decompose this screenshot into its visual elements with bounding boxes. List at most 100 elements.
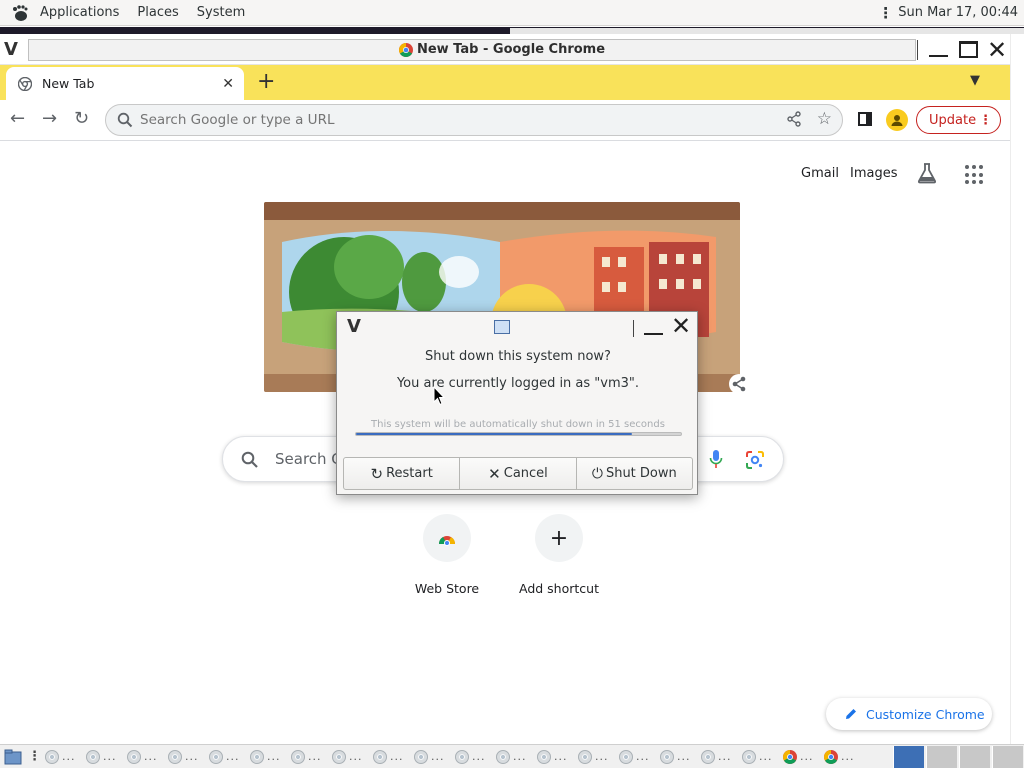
dialog-window-menu-icon[interactable]: V: [347, 316, 361, 337]
new-tab-plus-icon[interactable]: +: [257, 69, 275, 94]
gnome-foot-icon[interactable]: [10, 3, 30, 23]
side-panel-icon[interactable]: [858, 112, 872, 126]
dialog-close-icon[interactable]: ✕: [671, 312, 691, 340]
menu-system[interactable]: System: [197, 5, 245, 20]
taskbar-chrome-item[interactable]: ...: [168, 746, 209, 768]
taskbar-chrome-item[interactable]: ...: [373, 746, 414, 768]
countdown-progress-bar: [355, 432, 682, 436]
taskbar-item-ellipsis: ...: [267, 750, 281, 763]
google-lens-icon[interactable]: [745, 450, 765, 470]
shut-down-button[interactable]: ⏻ Shut Down: [577, 458, 692, 489]
chrome-logo-icon: [398, 42, 413, 57]
chrome-taskbar-icon: [701, 749, 715, 764]
dialog-question: Shut down this system now?: [425, 349, 611, 364]
taskbar-active-window[interactable]: [893, 746, 924, 768]
taskbar-item-ellipsis: ...: [677, 750, 691, 763]
show-desktop-icon[interactable]: [2, 746, 24, 768]
taskbar-chrome-item[interactable]: ...: [332, 746, 373, 768]
taskbar-chrome-item[interactable]: ...: [783, 746, 824, 768]
taskbar-chrome-item[interactable]: ...: [291, 746, 332, 768]
restart-icon: ↻: [370, 464, 384, 483]
menu-places[interactable]: Places: [137, 5, 178, 20]
cancel-button[interactable]: ✕ Cancel: [460, 458, 577, 489]
gmail-link[interactable]: Gmail: [801, 166, 839, 181]
taskbar-chrome-item[interactable]: ...: [45, 746, 86, 768]
taskbar-chrome-item[interactable]: ...: [660, 746, 701, 768]
taskbar-chrome-item[interactable]: ...: [127, 746, 168, 768]
close-window-icon[interactable]: ✕: [987, 36, 1007, 64]
taskbar-item-ellipsis: ...: [103, 750, 117, 763]
chrome-taskbar-icon: [783, 749, 797, 764]
minimize-icon[interactable]: [929, 55, 948, 57]
window-title-text: New Tab - Google Chrome: [416, 42, 606, 57]
share-icon[interactable]: [786, 111, 802, 127]
reload-icon[interactable]: ↻: [74, 108, 89, 129]
maximize-icon[interactable]: [959, 41, 978, 58]
restart-button[interactable]: ↻ Restart: [344, 458, 461, 489]
chrome-taskbar-icon: [824, 749, 838, 764]
taskbar-chrome-item[interactable]: ...: [455, 746, 496, 768]
taskbar-chrome-item[interactable]: ...: [742, 746, 783, 768]
chrome-taskbar-icon: [455, 749, 469, 764]
customize-chrome-button[interactable]: Customize Chrome: [826, 698, 992, 730]
tab-label: New Tab: [42, 76, 95, 91]
chrome-taskbar-icon: [168, 749, 182, 764]
tab-new-tab[interactable]: New Tab ✕: [6, 67, 244, 100]
dialog-countdown-text: This system will be automatically shut d…: [371, 419, 665, 430]
tab-search-chevron-icon[interactable]: ▼: [970, 73, 980, 88]
shortcut-web-store[interactable]: Web Store: [392, 514, 502, 596]
workspace-2[interactable]: [959, 746, 990, 768]
cancel-label: Cancel: [503, 466, 548, 481]
taskbar-chrome-item[interactable]: ...: [209, 746, 250, 768]
chrome-taskbar-icon: [660, 749, 674, 764]
taskbar-chrome-item[interactable]: ...: [250, 746, 291, 768]
workspace-3[interactable]: [992, 746, 1023, 768]
background-window-strip: [0, 27, 1024, 34]
taskbar-chrome-item[interactable]: ...: [824, 746, 865, 768]
menu-applications[interactable]: Applications: [40, 5, 119, 20]
google-apps-icon[interactable]: [965, 165, 985, 185]
profile-avatar-icon[interactable]: [886, 109, 908, 131]
pencil-icon: [846, 709, 856, 719]
omnibox-input[interactable]: [140, 112, 740, 128]
voice-search-mic-icon[interactable]: [709, 449, 723, 469]
taskbar-chrome-item[interactable]: ...: [86, 746, 127, 768]
chrome-taskbar-icon: [496, 749, 510, 764]
workspace-1[interactable]: [926, 746, 957, 768]
omnibox[interactable]: ☆: [105, 104, 843, 136]
taskbar-chrome-item[interactable]: ...: [701, 746, 742, 768]
taskbar-item-ellipsis: ...: [841, 750, 855, 763]
doodle-share-icon[interactable]: [729, 374, 749, 394]
chrome-taskbar-icon: [619, 749, 633, 764]
chrome-taskbar-icon: [578, 749, 592, 764]
taskbar-item-ellipsis: ...: [800, 750, 814, 763]
chrome-taskbar-icon: [127, 749, 141, 764]
window-titlebar[interactable]: V New Tab - Google Chrome ✕: [0, 34, 1024, 65]
images-link[interactable]: Images: [850, 166, 898, 181]
panel-dots-icon[interactable]: ⋮: [878, 4, 893, 22]
taskbar-chrome-item[interactable]: ...: [537, 746, 578, 768]
taskbar-chrome-item[interactable]: ...: [619, 746, 660, 768]
taskbar-chrome-item[interactable]: ...: [578, 746, 619, 768]
dialog-minimize-icon[interactable]: [644, 333, 663, 335]
taskbar-item-ellipsis: ...: [554, 750, 568, 763]
taskbar-chrome-item[interactable]: ...: [496, 746, 537, 768]
chrome-menu-kebab-icon: ⋮: [979, 112, 992, 128]
shortcut-add[interactable]: + Add shortcut: [504, 514, 614, 596]
clock[interactable]: Sun Mar 17, 00:44: [898, 5, 1018, 20]
labs-flask-icon[interactable]: [917, 162, 937, 184]
update-label: Update: [929, 112, 977, 128]
chrome-taskbar-icon: [414, 749, 428, 764]
back-arrow-icon[interactable]: ←: [10, 108, 25, 129]
chrome-taskbar-icon: [332, 749, 346, 764]
bookmark-star-icon[interactable]: ☆: [817, 109, 832, 129]
bottom-taskbar: ⋮ ......................................…: [0, 744, 1024, 768]
chrome-taskbar-icon: [373, 749, 387, 764]
taskbar-handle-icon[interactable]: ⋮: [28, 749, 41, 764]
taskbar-chrome-item[interactable]: ...: [414, 746, 455, 768]
close-tab-icon[interactable]: ✕: [222, 76, 234, 92]
taskbar-item-ellipsis: ...: [349, 750, 363, 763]
forward-arrow-icon[interactable]: →: [42, 108, 57, 129]
shutdown-dialog: V ✕ Shut down this system now? You are c…: [336, 311, 698, 495]
update-button[interactable]: Update ⋮: [916, 106, 1001, 134]
